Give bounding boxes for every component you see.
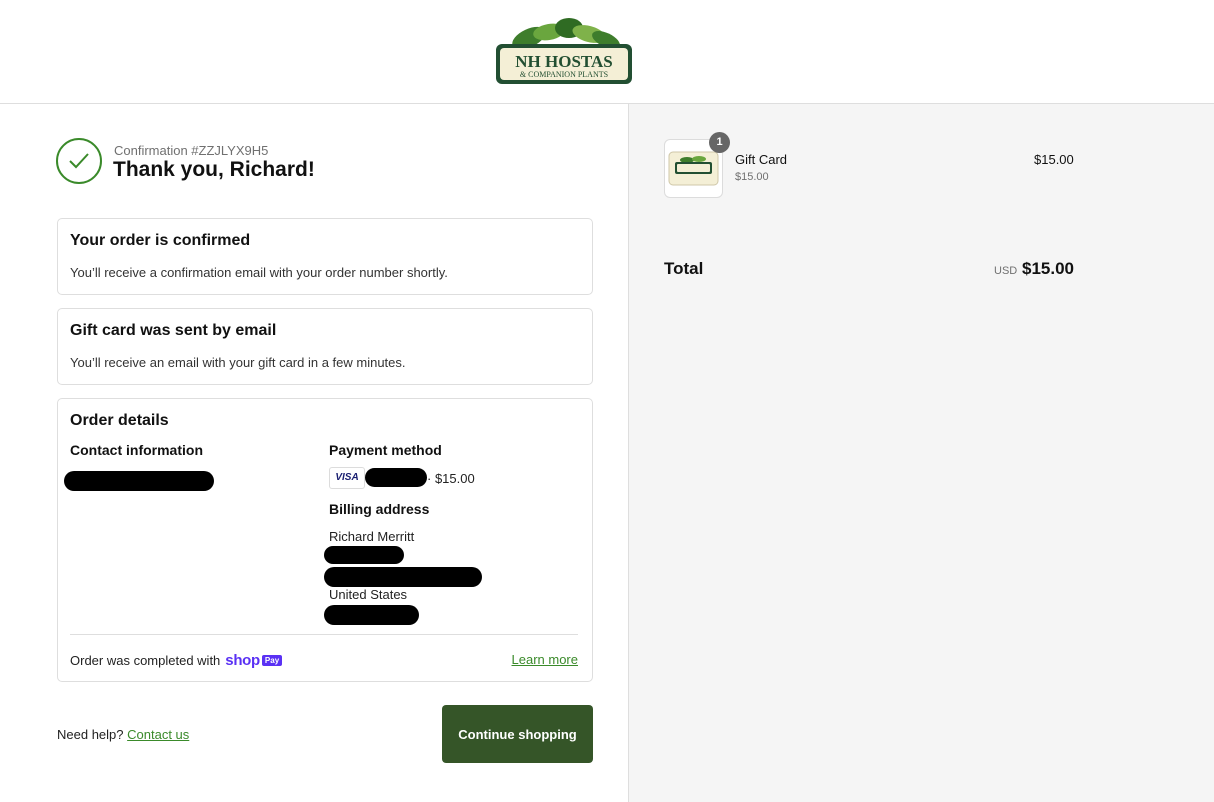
- quantity-badge: 1: [709, 132, 730, 153]
- learn-more-link[interactable]: Learn more: [512, 652, 578, 667]
- item-name: Gift Card: [735, 152, 788, 167]
- checkmark-circle-icon: [56, 138, 102, 184]
- pay-badge: Pay: [261, 655, 283, 666]
- gift-card-sent-text: You’ll receive an email with your gift c…: [70, 355, 406, 370]
- contact-us-link[interactable]: Contact us: [127, 727, 189, 742]
- order-confirmed-text: You’ll receive a confirmation email with…: [70, 265, 448, 280]
- total-label: Total: [664, 259, 704, 278]
- logo-subtext: & COMPANION PLANTS: [520, 70, 608, 79]
- payment-method-heading: Payment method: [329, 442, 442, 458]
- completed-with-text: Order was completed with: [70, 653, 221, 668]
- shop-pay-logo: shop: [225, 652, 260, 669]
- gift-card-sent-card: Gift card was sent by email You’ll recei…: [57, 308, 593, 385]
- redacted-city-state: [324, 567, 482, 587]
- redacted-street-address: [324, 546, 404, 564]
- continue-shopping-button[interactable]: Continue shopping: [442, 705, 593, 763]
- confirmation-number: Confirmation #ZZJLYX9H5: [114, 143, 269, 158]
- billing-country: United States: [329, 587, 408, 602]
- order-summary-panel: [628, 104, 1214, 802]
- billing-address-heading: Billing address: [329, 501, 430, 517]
- total-value: $15.00: [1022, 259, 1074, 278]
- need-help-text: Need help?: [57, 727, 124, 742]
- contact-info-heading: Contact information: [70, 442, 203, 458]
- currency-code: USD: [994, 265, 1018, 277]
- shop-pay-notice: Order was completed with shop Pay: [70, 652, 283, 669]
- billing-name: Richard Merritt: [329, 529, 415, 544]
- header: NH HOSTAS & COMPANION PLANTS: [0, 0, 1214, 104]
- order-confirmed-card: Your order is confirmed You’ll receive a…: [57, 218, 593, 295]
- redacted-card-number: [365, 468, 427, 487]
- item-price: $15.00: [1034, 152, 1074, 167]
- store-logo[interactable]: NH HOSTAS & COMPANION PLANTS: [494, 14, 634, 86]
- page-title: Thank you, Richard!: [113, 158, 315, 181]
- redacted-phone: [324, 605, 419, 625]
- order-confirmed-title: Your order is confirmed: [70, 232, 251, 249]
- redacted-email: [64, 471, 214, 491]
- logo-text: NH HOSTAS: [515, 52, 612, 71]
- visa-card-icon: VISA: [329, 467, 365, 489]
- need-help: Need help? Contact us: [57, 727, 189, 742]
- order-details-card: Order details Contact information Paymen…: [57, 398, 593, 682]
- item-unit-price: $15.00: [735, 171, 769, 183]
- divider: [70, 634, 578, 635]
- payment-amount: · $15.00: [427, 471, 475, 486]
- gift-card-sent-title: Gift card was sent by email: [70, 322, 277, 339]
- order-details-title: Order details: [70, 412, 169, 429]
